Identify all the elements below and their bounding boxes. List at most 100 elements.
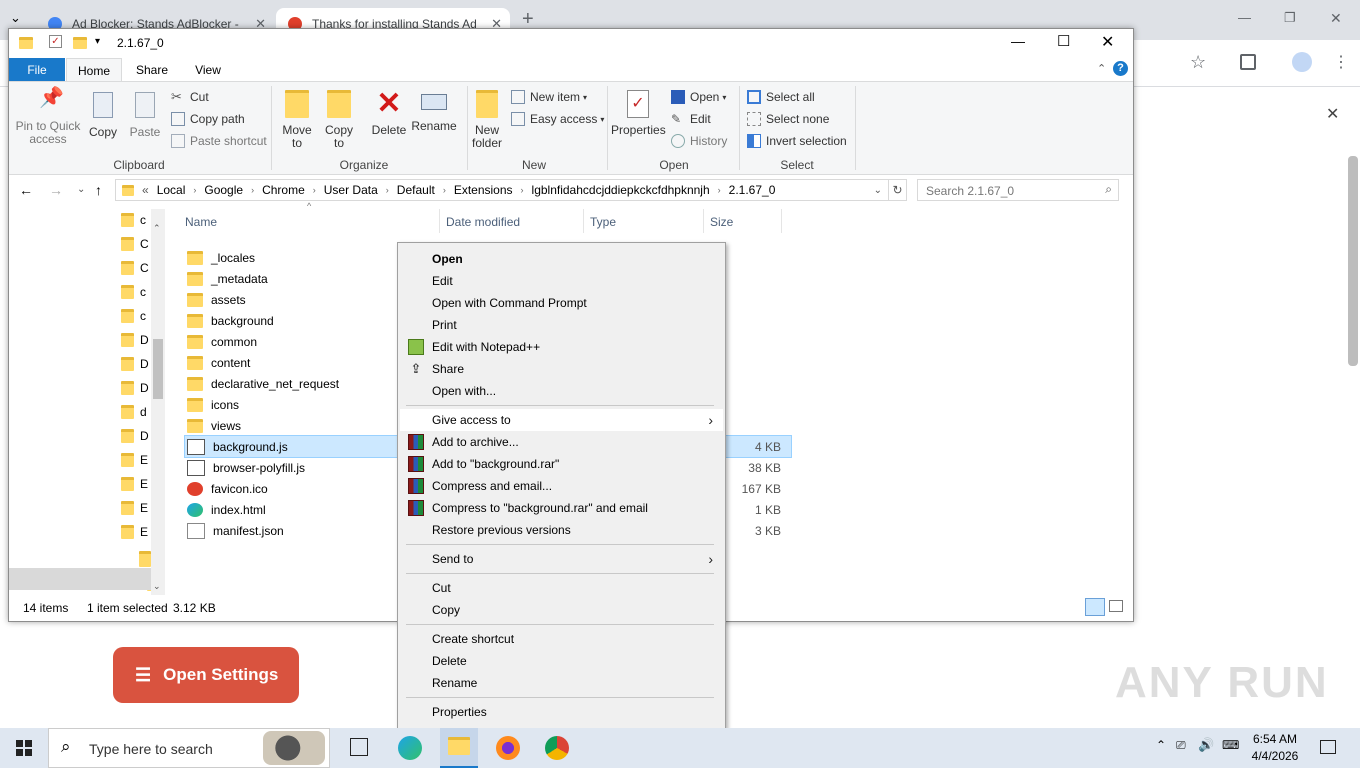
nav-tree-item[interactable]: c [121,285,146,299]
menu-item-cut[interactable]: Cut [400,577,723,599]
windows-start-icon[interactable] [16,740,32,756]
menu-item-give-access-to[interactable]: Give access to › [400,409,723,431]
copy-to-button[interactable]: Copy to [321,90,357,150]
collapse-ribbon-icon[interactable]: ⌃ [1097,62,1106,75]
nav-horizontal-scroll[interactable] [9,568,151,590]
nav-tree-item[interactable]: D [121,429,149,443]
page-scrollbar-thumb[interactable] [1348,156,1358,366]
browser-menu-icon[interactable]: ⋮ [1333,52,1349,72]
menu-item-open-with-command-prompt[interactable]: Open with Command Prompt [400,292,723,314]
column-date-modified[interactable]: Date modified [446,215,520,229]
tab-view[interactable]: View [181,58,235,82]
volume-icon[interactable]: 🔊 [1198,737,1214,753]
invert-selection-button[interactable]: Invert selection [747,132,847,150]
properties-quick-icon[interactable]: ✓ [49,35,62,48]
forward-arrow-icon[interactable]: → [49,182,63,198]
crumb-google[interactable]: Google [204,183,243,197]
firefox-taskbar-icon[interactable] [496,736,520,760]
new-item-button[interactable]: New item ▾ [511,88,587,106]
menu-item-open[interactable]: Open [400,248,723,270]
show-hidden-icons[interactable]: ⌃ [1156,738,1166,752]
menu-item-compress-and-email[interactable]: Compress and email... [400,475,723,497]
cut-button[interactable]: ✂ Cut [171,88,209,106]
delete-button[interactable]: ✕ Delete [369,89,409,137]
extensions-icon[interactable] [1240,54,1256,70]
help-icon[interactable]: ? [1113,61,1128,76]
explorer-minimize-button[interactable]: — [1011,33,1025,49]
task-view-icon[interactable] [350,738,368,756]
nav-tree-item[interactable]: E [121,501,148,515]
crumb-extension-id[interactable]: lgblnfidahcdcjddiepkckcfdhpknnjh [532,183,710,197]
tab-search-dropdown-icon[interactable]: ⌄ [10,10,21,26]
properties-button[interactable]: ✓ Properties [611,90,666,137]
taskbar-search-box[interactable]: ⌕ Type here to search [48,728,330,768]
nav-tree-item[interactable]: C [121,261,149,275]
address-bar[interactable]: « Local › Google › Chrome › User Data › Defa… [115,179,889,201]
nav-tree-item[interactable]: E [121,453,148,467]
tab-file[interactable]: File [9,58,65,82]
browser-minimize-button[interactable]: — [1238,10,1251,25]
pin-to-quick-access-button[interactable]: 📌 Pin to Quick access [15,88,81,146]
open-button[interactable]: Open ▾ [671,88,726,106]
history-button[interactable]: History [671,132,727,150]
new-folder-button[interactable]: New folder [471,90,503,150]
nav-tree-item[interactable]: c [121,309,146,323]
column-name[interactable]: Name [185,215,217,229]
explorer-close-button[interactable]: ✕ [1101,32,1114,52]
new-folder-quick-icon[interactable] [73,37,87,49]
menu-item-add-to-background-rar[interactable]: Add to "background.rar" [400,453,723,475]
nav-tree-item[interactable]: C [121,237,149,251]
crumb-default[interactable]: Default [397,183,435,197]
column-size[interactable]: Size [710,215,733,229]
up-arrow-icon[interactable]: ↑ [95,182,102,198]
search-box[interactable]: Search 2.1.67_0 ⌕ [917,179,1119,201]
tab-home[interactable]: Home [66,58,122,82]
menu-item-delete[interactable]: Delete [400,650,723,672]
copy-button[interactable]: Copy [85,92,121,139]
large-icons-view-icon[interactable] [1109,600,1123,612]
crumb-version[interactable]: 2.1.67_0 [729,183,776,197]
copy-path-button[interactable]: Copy path [171,110,245,128]
menu-item-restore-previous-versions[interactable]: Restore previous versions [400,519,723,541]
menu-item-create-shortcut[interactable]: Create shortcut [400,628,723,650]
infobar-close-icon[interactable]: ✕ [1326,104,1339,124]
nav-tree-item[interactable]: d [121,405,147,419]
bookmark-star-icon[interactable]: ☆ [1190,52,1206,73]
explorer-maximize-button[interactable]: ☐ [1057,32,1070,50]
menu-item-send-to[interactable]: Send to › [400,548,723,570]
select-all-button[interactable]: Select all [747,88,815,106]
chrome-taskbar-icon[interactable] [545,736,569,760]
scroll-up-icon[interactable]: ⌃ [153,223,161,234]
nav-tree-item[interactable]: D [121,357,149,371]
menu-item-share[interactable]: ⇪ Share [400,358,723,380]
nav-tree-item[interactable]: E [121,477,148,491]
menu-item-add-to-archive[interactable]: Add to archive... [400,431,723,453]
select-none-button[interactable]: Select none [747,110,829,128]
nav-scroll-thumb[interactable] [153,339,163,399]
menu-item-rename[interactable]: Rename [400,672,723,694]
rename-button[interactable]: Rename [411,90,457,133]
edge-taskbar-icon[interactable] [398,736,422,760]
crumb-user-data[interactable]: User Data [324,183,378,197]
crumb-local[interactable]: Local [157,183,186,197]
notifications-icon[interactable] [1320,740,1336,754]
menu-item-compress-to-background-rar-and-email[interactable]: Compress to "background.rar" and email [400,497,723,519]
file-explorer-taskbar-button[interactable] [440,728,478,768]
edit-button[interactable]: ✎ Edit [671,110,711,128]
menu-item-properties[interactable]: Properties [400,701,723,723]
paste-button[interactable]: Paste [127,92,163,139]
nav-tree-item[interactable]: D [121,333,149,347]
back-arrow-icon[interactable]: ← [19,182,33,198]
overflow-chevron[interactable]: « [142,183,149,197]
scroll-down-icon[interactable]: ⌄ [153,581,161,592]
refresh-icon[interactable]: ↻ [889,179,907,201]
crumb-chrome[interactable]: Chrome [262,183,305,197]
customize-toolbar-icon[interactable]: ▾ [95,36,100,47]
menu-item-copy[interactable]: Copy [400,599,723,621]
profile-avatar-icon[interactable] [1292,52,1312,72]
tab-share[interactable]: Share [125,58,179,82]
menu-item-edit[interactable]: Edit [400,270,723,292]
column-type[interactable]: Type [590,215,616,229]
easy-access-button[interactable]: Easy access ▾ [511,110,604,128]
paste-shortcut-button[interactable]: Paste shortcut [171,132,267,150]
